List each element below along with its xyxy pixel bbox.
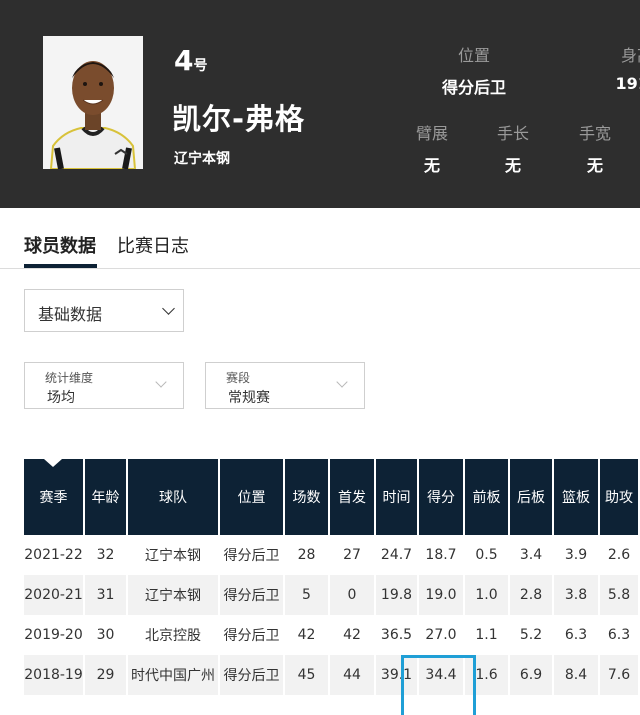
chevron-down-icon (336, 376, 348, 388)
column-header[interactable]: 得分 (419, 459, 465, 535)
column-header[interactable]: 年龄 (85, 459, 128, 535)
table-cell: 24.7 (376, 535, 419, 575)
table-row: 2018-19 29 时代中国广州 得分后卫 45 44 39.1 34.4 1… (24, 655, 640, 695)
table-cell: 0.5 (465, 535, 510, 575)
filter-label: 统计维度 (45, 371, 94, 385)
table-cell: 36.5 (376, 615, 419, 655)
season-phase-select[interactable]: 赛段 常规赛 (205, 362, 365, 409)
tab-player-data[interactable]: 球员数据 (24, 232, 96, 258)
column-header[interactable]: 后板 (510, 459, 554, 535)
column-header[interactable]: 篮板 (554, 459, 600, 535)
table-cell: 北京控股 (128, 615, 220, 655)
table-cell: 辽宁本钢 (128, 575, 220, 615)
chevron-down-icon (162, 302, 175, 315)
player-photo-image (43, 36, 143, 169)
stat-hand-width: 手宽 无 (578, 124, 611, 175)
table-row: 2020-21 31 辽宁本钢 得分后卫 5 0 19.8 19.0 1.0 2… (24, 575, 640, 615)
column-header[interactable]: 球队 (128, 459, 220, 535)
table-cell: 6.3 (600, 615, 640, 655)
tab-bar: 球员数据 比赛日志 (0, 208, 640, 269)
table-cell: 2018-19 (24, 655, 85, 695)
filter-value: 场均 (47, 390, 75, 406)
table-cell: 得分后卫 (220, 615, 285, 655)
player-photo (43, 36, 143, 169)
table-cell: 27 (330, 535, 376, 575)
chevron-down-icon (155, 376, 167, 388)
table-cell: 6.9 (510, 655, 554, 695)
table-cell: 42 (330, 615, 376, 655)
filter-label: 赛段 (226, 371, 251, 385)
table-cell: 1.1 (465, 615, 510, 655)
data-type-select[interactable]: 基础数据 (24, 289, 184, 332)
table-cell: 39.1 (376, 655, 419, 695)
table-cell: 2.8 (510, 575, 554, 615)
column-header[interactable]: 助攻 (600, 459, 640, 535)
table-cell: 得分后卫 (220, 535, 285, 575)
table-cell: 29 (85, 655, 128, 695)
table-cell: 3.4 (510, 535, 554, 575)
table-cell: 辽宁本钢 (128, 535, 220, 575)
table-cell: 2021-22 (24, 535, 85, 575)
stat-hand-length: 手长 无 (496, 124, 529, 175)
column-header[interactable]: 首发 (330, 459, 376, 535)
column-header[interactable]: 时间 (376, 459, 419, 535)
table-cell: 2019-20 (24, 615, 85, 655)
column-header[interactable]: 场数 (285, 459, 330, 535)
active-tab-indicator (24, 264, 97, 268)
table-cell: 8.4 (554, 655, 600, 695)
table-cell: 3.8 (554, 575, 600, 615)
table-cell: 5.8 (600, 575, 640, 615)
table-cell: 2020-21 (24, 575, 85, 615)
table-cell: 7.6 (600, 655, 640, 695)
jersey-number: 4号 (174, 44, 208, 77)
stats-table: 赛季 年龄 球队 位置 场数 首发 时间 得分 前板 后板 篮板 助攻 2021… (24, 459, 640, 695)
table-cell: 28 (285, 535, 330, 575)
table-cell: 34.4 (419, 655, 465, 695)
table-cell: 时代中国广州 (128, 655, 220, 695)
table-cell: 6.3 (554, 615, 600, 655)
table-cell: 2.6 (600, 535, 640, 575)
column-header[interactable]: 赛季 (24, 459, 85, 535)
table-cell: 0 (330, 575, 376, 615)
sort-indicator-icon (44, 459, 62, 467)
table-cell: 45 (285, 655, 330, 695)
table-cell: 5 (285, 575, 330, 615)
table-header-row: 赛季 年龄 球队 位置 场数 首发 时间 得分 前板 后板 篮板 助攻 (24, 459, 640, 535)
table-cell: 27.0 (419, 615, 465, 655)
column-header[interactable]: 前板 (465, 459, 510, 535)
table-cell: 19.8 (376, 575, 419, 615)
table-cell: 1.0 (465, 575, 510, 615)
filter-value: 常规赛 (228, 390, 270, 406)
table-cell: 32 (85, 535, 128, 575)
table-cell: 3.9 (554, 535, 600, 575)
table-cell: 30 (85, 615, 128, 655)
stat-wingspan: 臂展 无 (415, 124, 448, 175)
player-header: 4号 凯尔-弗格 辽宁本钢 位置 得分后卫 身高 191c 臂展 无 手长 无 … (0, 0, 640, 208)
table-cell: 42 (285, 615, 330, 655)
table-cell: 1.6 (465, 655, 510, 695)
tab-game-log[interactable]: 比赛日志 (117, 232, 189, 258)
stat-position: 位置 得分后卫 (441, 46, 506, 97)
table-cell: 得分后卫 (220, 575, 285, 615)
player-team: 辽宁本钢 (174, 151, 230, 167)
table-row: 2021-22 32 辽宁本钢 得分后卫 28 27 24.7 18.7 0.5… (24, 535, 640, 575)
data-type-select-value: 基础数据 (38, 305, 103, 324)
stat-height: 身高 191c (615, 46, 640, 93)
table-row: 2019-20 30 北京控股 得分后卫 42 42 36.5 27.0 1.1… (24, 615, 640, 655)
table-cell: 31 (85, 575, 128, 615)
table-cell: 44 (330, 655, 376, 695)
stats-table-container: 赛季 年龄 球队 位置 场数 首发 时间 得分 前板 后板 篮板 助攻 2021… (24, 459, 640, 710)
player-name: 凯尔-弗格 (172, 102, 306, 136)
table-cell: 得分后卫 (220, 655, 285, 695)
table-cell: 18.7 (419, 535, 465, 575)
table-cell: 19.0 (419, 575, 465, 615)
column-header[interactable]: 位置 (220, 459, 285, 535)
stat-dimension-select[interactable]: 统计维度 场均 (24, 362, 184, 409)
table-cell: 5.2 (510, 615, 554, 655)
